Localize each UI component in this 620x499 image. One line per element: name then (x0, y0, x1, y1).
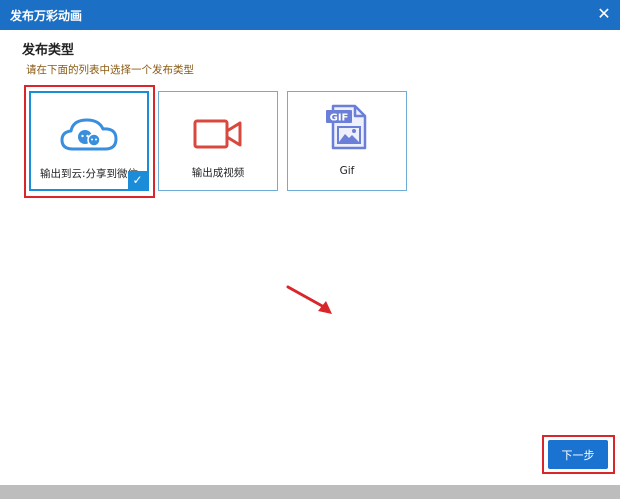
publish-type-cloud[interactable]: 输出到云:分享到微信 ✓ (29, 91, 149, 191)
checkmark-icon: ✓ (128, 171, 147, 189)
section-instruction: 请在下面的列表中选择一个发布类型 (26, 64, 194, 76)
publish-type-gif[interactable]: GIF Gif (287, 91, 407, 191)
window-title: 发布万彩动画 (10, 9, 83, 23)
title-bar: 发布万彩动画 ✕ (0, 0, 620, 30)
close-icon[interactable]: ✕ (594, 4, 614, 24)
gif-file-icon: GIF (288, 102, 406, 156)
dialog-content: 发布类型 请在下面的列表中选择一个发布类型 输出到云:分享到微信 ✓ 输出成视频 (0, 30, 620, 485)
section-heading: 发布类型 (22, 43, 75, 58)
cloud-share-icon (31, 115, 147, 159)
gif-badge-text: GIF (330, 113, 349, 124)
publish-type-video[interactable]: 输出成视频 (158, 91, 278, 191)
video-camera-icon (159, 114, 277, 158)
bottom-strip (0, 485, 620, 499)
publish-type-label: Gif (339, 165, 355, 177)
publish-type-label: 输出成视频 (191, 167, 245, 179)
next-button[interactable]: 下一步 (548, 440, 608, 469)
arrow-annotation-icon (284, 283, 340, 323)
